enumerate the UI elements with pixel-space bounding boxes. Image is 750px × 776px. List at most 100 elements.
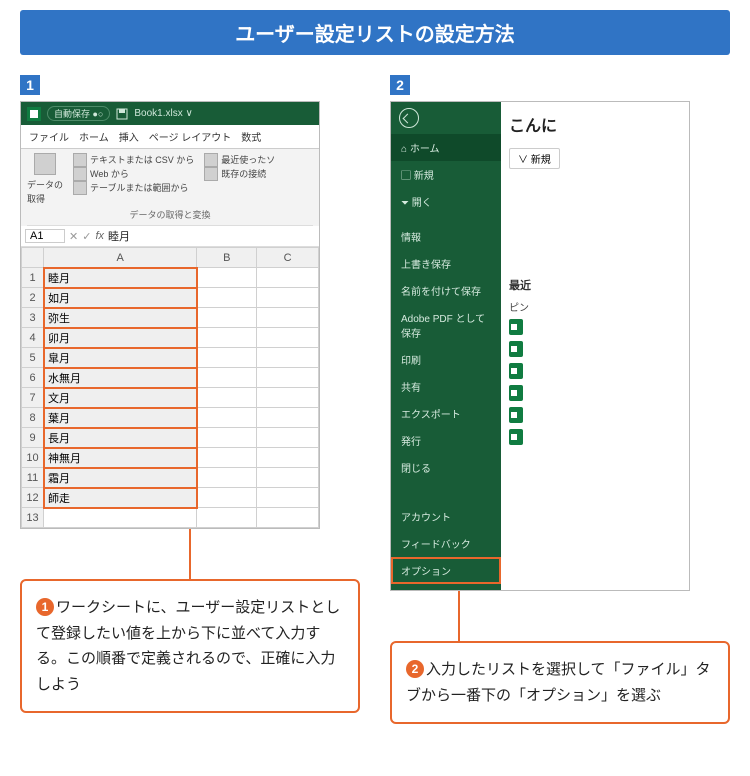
cell[interactable] — [197, 468, 257, 488]
recent-file-item[interactable] — [509, 338, 681, 360]
cell[interactable] — [197, 508, 257, 528]
cell[interactable] — [257, 488, 319, 508]
row-header[interactable]: 11 — [22, 468, 44, 488]
from-web-button[interactable]: Web から — [73, 167, 194, 181]
sidebar-item-publish[interactable]: 発行 — [391, 427, 501, 454]
cell[interactable] — [197, 428, 257, 448]
sidebar-item-print[interactable]: 印刷 — [391, 346, 501, 373]
sidebar-item-export[interactable]: エクスポート — [391, 400, 501, 427]
cell[interactable]: 如月 — [44, 288, 197, 308]
worksheet-grid[interactable]: A B C 1睦月2如月3弥生4卯月5皐月6水無月7文月8葉月9長月10神無月1… — [21, 247, 319, 528]
cell[interactable]: 弥生 — [44, 308, 197, 328]
cell[interactable]: 卯月 — [44, 328, 197, 348]
cell[interactable] — [257, 388, 319, 408]
row-header[interactable]: 13 — [22, 508, 44, 528]
select-all-corner[interactable] — [22, 248, 44, 268]
existing-conn-button[interactable]: 既存の接続 — [204, 167, 275, 181]
cell[interactable]: 長月 — [44, 428, 197, 448]
sidebar-item-share[interactable]: 共有 — [391, 373, 501, 400]
cell[interactable] — [197, 388, 257, 408]
sidebar-item-new[interactable]: ▢ 新規 — [391, 161, 501, 188]
cell[interactable] — [197, 408, 257, 428]
sidebar-item-close[interactable]: 閉じる — [391, 454, 501, 481]
recent-file-item[interactable] — [509, 404, 681, 426]
sidebar-item-pdf[interactable]: Adobe PDF として保存 — [391, 304, 501, 346]
sidebar-item-save[interactable]: 上書き保存 — [391, 250, 501, 277]
new-dropdown[interactable]: ∨ 新規 — [509, 148, 560, 169]
row-header[interactable]: 6 — [22, 368, 44, 388]
cell[interactable] — [257, 348, 319, 368]
cell[interactable] — [197, 348, 257, 368]
from-text-csv-button[interactable]: テキストまたは CSV から — [73, 153, 194, 167]
recent-file-item[interactable] — [509, 382, 681, 404]
cell[interactable]: 文月 — [44, 388, 197, 408]
cell[interactable]: 霜月 — [44, 468, 197, 488]
row-header[interactable]: 8 — [22, 408, 44, 428]
cell[interactable]: 神無月 — [44, 448, 197, 468]
sidebar-item-home[interactable]: ⌂ ホーム — [391, 134, 501, 161]
row-header[interactable]: 3 — [22, 308, 44, 328]
get-data-button[interactable]: データの 取得 — [27, 153, 63, 206]
cell[interactable] — [257, 308, 319, 328]
sidebar-item-account[interactable]: アカウント — [391, 503, 501, 530]
tab-layout[interactable]: ページ レイアウト — [149, 129, 232, 144]
back-arrow-icon[interactable] — [399, 108, 419, 128]
cell[interactable]: 水無月 — [44, 368, 197, 388]
fx-icon[interactable]: fx — [95, 230, 104, 242]
row-header[interactable]: 4 — [22, 328, 44, 348]
recent-file-item[interactable] — [509, 316, 681, 338]
cell[interactable] — [257, 328, 319, 348]
fx-cancel-icon[interactable]: ✕ — [69, 230, 78, 243]
tab-formula[interactable]: 数式 — [241, 129, 261, 144]
cell[interactable] — [257, 448, 319, 468]
sidebar-item-options[interactable]: オプション — [391, 557, 501, 584]
formula-value[interactable]: 睦月 — [108, 228, 130, 244]
cell[interactable] — [44, 508, 197, 528]
recent-file-item[interactable] — [509, 426, 681, 448]
cell[interactable] — [257, 368, 319, 388]
row-header[interactable]: 10 — [22, 448, 44, 468]
row-header[interactable]: 1 — [22, 268, 44, 288]
sidebar-item-saveas[interactable]: 名前を付けて保存 — [391, 277, 501, 304]
cell[interactable] — [197, 368, 257, 388]
row-header[interactable]: 5 — [22, 348, 44, 368]
recent-file-item[interactable] — [509, 360, 681, 382]
cell[interactable] — [197, 328, 257, 348]
name-box[interactable]: A1 — [25, 229, 65, 243]
from-table-button[interactable]: テーブルまたは範囲から — [73, 181, 194, 195]
tab-home[interactable]: ホーム — [79, 129, 109, 144]
sidebar-item-info[interactable]: 情報 — [391, 223, 501, 250]
cell[interactable] — [197, 268, 257, 288]
row-header[interactable]: 12 — [22, 488, 44, 508]
cell[interactable] — [257, 508, 319, 528]
autosave-toggle[interactable]: 自動保存 ●○ — [47, 106, 110, 121]
cell[interactable] — [257, 428, 319, 448]
document-name[interactable]: Book1.xlsx ∨ — [134, 108, 192, 119]
recent-sources-button[interactable]: 最近使ったソ — [204, 153, 275, 167]
sidebar-item-open[interactable]: ⏷ 開く — [391, 188, 501, 215]
cell[interactable] — [197, 308, 257, 328]
row-header[interactable]: 7 — [22, 388, 44, 408]
cell[interactable] — [197, 488, 257, 508]
sidebar-item-feedback[interactable]: フィードバック — [391, 530, 501, 557]
row-header[interactable]: 9 — [22, 428, 44, 448]
col-header-c[interactable]: C — [257, 248, 319, 268]
panel-1: 1 自動保存 ●○ Book1.xlsx ∨ ファイル ホーム 挿入 ページ レ — [20, 75, 360, 724]
fx-confirm-icon[interactable]: ✓ — [82, 230, 91, 243]
cell[interactable]: 皐月 — [44, 348, 197, 368]
tab-file[interactable]: ファイル — [29, 129, 69, 144]
cell[interactable] — [257, 268, 319, 288]
cell[interactable] — [197, 448, 257, 468]
cell[interactable]: 睦月 — [44, 268, 197, 288]
col-header-a[interactable]: A — [44, 248, 197, 268]
cell[interactable]: 葉月 — [44, 408, 197, 428]
save-icon[interactable] — [116, 108, 128, 120]
cell[interactable] — [257, 408, 319, 428]
cell[interactable] — [257, 288, 319, 308]
tab-insert[interactable]: 挿入 — [119, 129, 139, 144]
cell[interactable]: 師走 — [44, 488, 197, 508]
cell[interactable] — [257, 468, 319, 488]
col-header-b[interactable]: B — [197, 248, 257, 268]
row-header[interactable]: 2 — [22, 288, 44, 308]
cell[interactable] — [197, 288, 257, 308]
